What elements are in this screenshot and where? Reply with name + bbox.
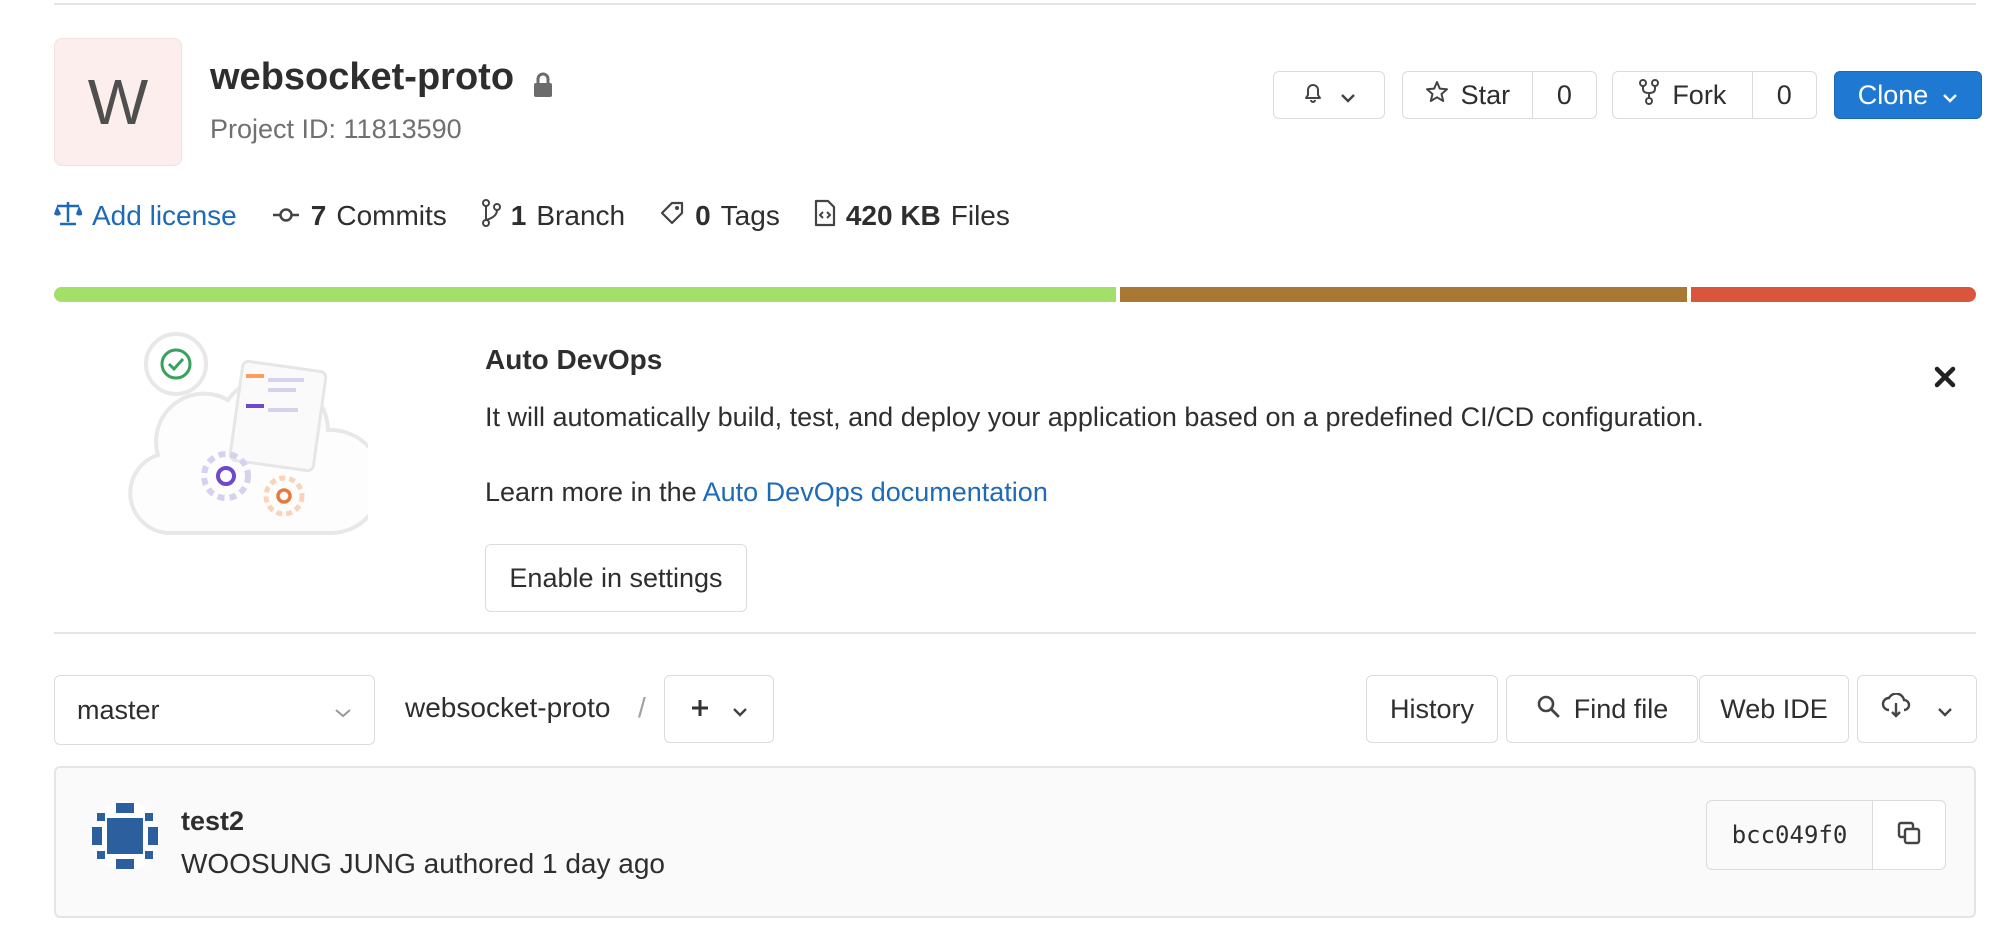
commits-link[interactable]: 7 Commits — [271, 200, 447, 232]
language-segment[interactable] — [1120, 287, 1687, 302]
scale-icon — [54, 200, 83, 233]
tag-icon — [659, 200, 685, 233]
plus-icon — [690, 694, 710, 725]
branch-name: master — [77, 694, 160, 725]
clone-button[interactable]: Clone — [1834, 71, 1982, 119]
chevron-down-icon — [1340, 80, 1356, 111]
chevron-down-icon — [732, 694, 748, 725]
find-file-button[interactable]: Find file — [1506, 675, 1698, 743]
tags-label: Tags — [720, 200, 780, 231]
project-stats: Add license 7 Commits 1 Branch 0 Tags 42… — [54, 196, 1044, 236]
add-license-label: Add license — [92, 200, 237, 231]
notification-dropdown[interactable] — [1273, 71, 1385, 119]
star-count[interactable]: 0 — [1531, 72, 1596, 118]
commits-label: Commits — [336, 200, 447, 231]
branches-link[interactable]: 1 Branch — [481, 198, 626, 234]
download-dropdown[interactable] — [1857, 675, 1977, 743]
star-button[interactable]: Star — [1403, 72, 1532, 118]
fork-group: Fork 0 — [1612, 71, 1817, 119]
auto-devops-learn-more: Learn more in the Auto DevOps documentat… — [485, 477, 1048, 508]
star-group: Star 0 — [1402, 71, 1597, 119]
copy-sha-button[interactable] — [1873, 801, 1945, 869]
last-commit-panel — [54, 766, 1976, 918]
files-label: Files — [950, 200, 1010, 231]
project-title: websocket-proto — [210, 56, 554, 99]
commit-title-link[interactable]: test2 — [181, 806, 244, 837]
cloud-download-icon — [1881, 691, 1911, 726]
language-segment[interactable] — [1690, 287, 1976, 302]
commit-sha[interactable]: bcc049f0 — [1707, 801, 1873, 869]
fork-icon — [1638, 78, 1660, 112]
auto-devops-title: Auto DevOps — [485, 344, 663, 375]
branch-dropdown[interactable]: master — [54, 675, 375, 745]
add-to-tree-dropdown[interactable] — [664, 675, 774, 743]
learn-more-prefix: Learn more in the — [485, 477, 703, 507]
top-divider — [54, 3, 1976, 5]
auto-devops-docs-link[interactable]: Auto DevOps documentation — [703, 477, 1048, 507]
fork-label: Fork — [1672, 79, 1727, 110]
chevron-down-icon — [334, 695, 352, 726]
commit-icon — [271, 200, 301, 232]
breadcrumb-project[interactable]: websocket-proto — [405, 692, 610, 724]
commit-sha-group: bcc049f0 — [1706, 800, 1946, 870]
project-name: websocket-proto — [210, 56, 515, 98]
section-divider — [54, 632, 1976, 634]
find-file-label: Find file — [1573, 693, 1669, 724]
files-link[interactable]: 420 KB Files — [814, 199, 1010, 234]
commit-author-meta: WOOSUNG JUNG authored 1 day ago — [181, 848, 665, 879]
tags-count: 0 — [695, 200, 711, 231]
web-ide-button[interactable]: Web IDE — [1699, 675, 1849, 743]
repository-language-bar[interactable] — [54, 287, 1976, 302]
bell-icon — [1302, 80, 1324, 111]
file-code-icon — [814, 199, 836, 234]
auto-devops-description: It will automatically build, test, and d… — [485, 402, 1704, 432]
lock-icon — [532, 65, 554, 97]
fork-button[interactable]: Fork — [1613, 72, 1752, 118]
star-label: Star — [1460, 79, 1511, 110]
clone-label: Clone — [1857, 79, 1929, 110]
language-segment[interactable] — [54, 287, 1117, 302]
commit-author-avatar[interactable] — [90, 801, 160, 871]
add-license-link[interactable]: Add license — [54, 200, 237, 233]
close-icon[interactable] — [1930, 362, 1960, 392]
project-avatar-letter: W — [87, 66, 149, 138]
project-avatar[interactable]: W — [54, 38, 182, 166]
enable-in-settings-button[interactable]: Enable in settings — [485, 544, 747, 612]
chevron-down-icon — [1942, 80, 1958, 111]
files-size: 420 KB — [845, 200, 941, 231]
star-icon — [1425, 80, 1449, 111]
project-id: Project ID: 11813590 — [210, 114, 462, 144]
branches-label: Branch — [536, 200, 626, 231]
fork-count[interactable]: 0 — [1751, 72, 1816, 118]
history-button[interactable]: History — [1366, 675, 1498, 743]
branches-count: 1 — [510, 200, 527, 231]
chevron-down-icon — [1937, 694, 1953, 725]
auto-devops-illustration — [128, 318, 384, 550]
copy-icon — [1896, 820, 1922, 851]
branch-icon — [481, 198, 501, 234]
breadcrumb-separator: / — [638, 692, 646, 723]
commits-count: 7 — [310, 200, 327, 231]
search-icon — [1536, 694, 1560, 725]
tags-link[interactable]: 0 Tags — [659, 200, 780, 233]
